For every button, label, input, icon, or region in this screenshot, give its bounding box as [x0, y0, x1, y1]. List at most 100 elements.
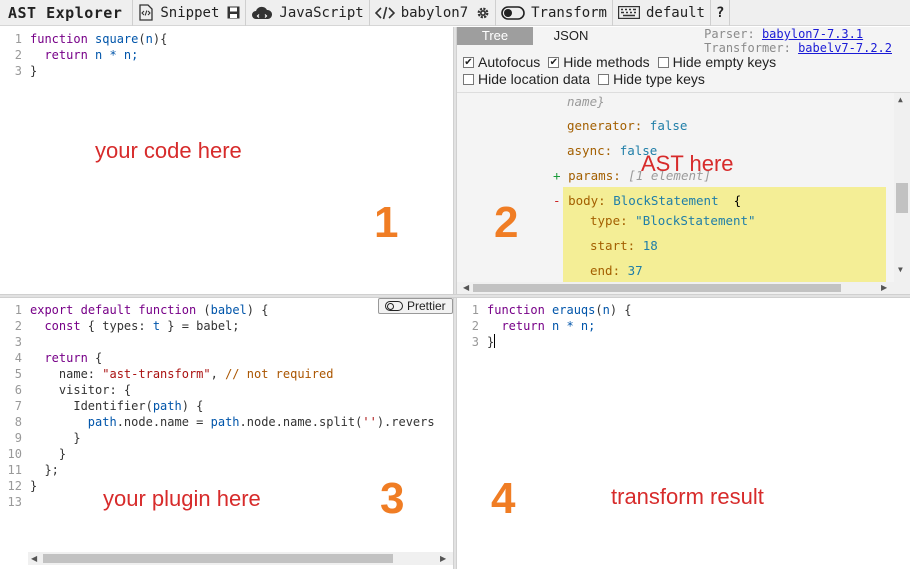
option-hide-type-keys[interactable]: Hide type keys	[598, 71, 705, 88]
code-text: function square(n){	[30, 32, 168, 46]
tab-tree[interactable]: Tree	[457, 27, 533, 45]
code-text: }	[30, 447, 67, 461]
parser-label: babylon7	[400, 4, 469, 21]
code-line[interactable]: 5 name: "ast-transform", // not required	[0, 366, 453, 382]
code-line[interactable]: 2 const { types: t } = babel;	[0, 318, 453, 334]
ast-scroll-thumb-horizontal[interactable]	[473, 284, 841, 292]
scroll-left-arrow-icon[interactable]: ◀	[463, 283, 469, 293]
code-line[interactable]: 6 visitor: {	[0, 382, 453, 398]
code-line[interactable]: 2 return n * n;	[457, 318, 910, 334]
scroll-right-arrow-icon[interactable]: ▶	[881, 283, 887, 293]
help-button[interactable]: ?	[710, 0, 729, 26]
code-line[interactable]: 8 path.node.name = path.node.name.split(…	[0, 414, 453, 430]
code-line[interactable]: 10 }	[0, 446, 453, 462]
hide-location-data-label: Hide location data	[478, 71, 591, 87]
hide-methods-checkbox[interactable]: ✔	[548, 57, 560, 68]
ast-scrollbar-vertical[interactable]: ▲ ▼	[894, 93, 910, 282]
code-line[interactable]: 3}	[0, 63, 453, 79]
line-number: 2	[14, 319, 22, 333]
code-line[interactable]: 2 return n * n;	[0, 47, 453, 63]
ast-prop-end[interactable]: end: 37	[590, 263, 643, 278]
hide-location-data-checkbox[interactable]	[463, 74, 474, 85]
code-text: };	[30, 463, 59, 477]
hide-type-keys-label: Hide type keys	[613, 71, 705, 87]
scroll-up-arrow-icon[interactable]: ▲	[898, 95, 903, 105]
autofocus-checkbox[interactable]: ✔	[463, 57, 474, 68]
code-line[interactable]: 3	[0, 334, 453, 350]
hide-type-keys-checkbox[interactable]	[598, 74, 610, 85]
line-number: 1	[471, 303, 479, 317]
ast-prop-body[interactable]: - body: BlockStatement {	[553, 193, 741, 208]
ast-prop-generator[interactable]: generator: false	[567, 118, 687, 133]
transform-scroll-left-icon[interactable]: ◀	[31, 554, 37, 564]
collapse-icon: -	[553, 193, 561, 208]
transform-label: Transform	[531, 4, 607, 21]
code-line[interactable]: 7 Identifier(path) {	[0, 398, 453, 414]
option-autofocus[interactable]: ✔ Autofocus	[463, 54, 540, 71]
ast-prop-start[interactable]: start: 18	[590, 238, 658, 253]
code-icon	[374, 6, 395, 20]
option-hide-empty-keys[interactable]: Hide empty keys	[657, 54, 776, 71]
line-number: 5	[14, 367, 22, 381]
source-annotation: your code here	[95, 138, 242, 163]
transformer-version-link[interactable]: babelv7-7.2.2	[798, 41, 892, 55]
line-number: 9	[14, 431, 22, 445]
scroll-down-arrow-icon[interactable]: ▼	[898, 265, 903, 275]
code-line[interactable]: 1 function square(n){	[0, 31, 453, 47]
transform-scroll-right-icon[interactable]: ▶	[440, 554, 446, 564]
code-text: return {	[44, 351, 103, 365]
gear-icon	[476, 6, 490, 20]
ast-scroll-thumb-vertical[interactable]	[896, 183, 908, 213]
transform-scroll-thumb[interactable]	[43, 554, 393, 563]
code-text: Identifier(path) {	[30, 399, 204, 413]
line-number: 2	[471, 319, 479, 333]
code-line[interactable]: 1 function erauqs(n) {	[457, 302, 910, 318]
keymap-select[interactable]: default	[611, 0, 710, 26]
parser-settings-button[interactable]	[473, 0, 495, 26]
code-text: return n * n;	[501, 319, 596, 333]
code-line[interactable]: 9 }	[0, 430, 453, 446]
transform-scrollbar-horizontal[interactable]: ◀ ▶	[28, 552, 453, 565]
parser-select[interactable]: babylon7	[368, 0, 473, 26]
ast-panel-header: Tree JSON Parser: babylon7-7.3.1 Transfo…	[457, 27, 910, 93]
transformer-prefix: Transformer:	[704, 41, 791, 55]
ast-node-name-tail: name}	[567, 94, 605, 109]
ast-tabs: Tree JSON	[457, 27, 609, 45]
output-editor[interactable]: 1 function erauqs(n) {2 return n * n; 3}	[457, 298, 910, 569]
tab-json[interactable]: JSON	[533, 27, 609, 45]
save-button[interactable]	[224, 0, 245, 26]
ast-scrollbar-horizontal[interactable]: ◀ ▶	[457, 282, 910, 294]
autofocus-label: Autofocus	[478, 54, 541, 70]
ast-prop-type[interactable]: type: "BlockStatement"	[590, 213, 756, 228]
save-icon	[227, 6, 240, 19]
toolbar: AST Explorer Snippet JavaScript babylon7…	[0, 0, 910, 26]
line-number: 3	[14, 64, 22, 78]
ast-pane-number: 2	[494, 198, 519, 247]
code-text: }	[30, 431, 81, 445]
transform-toggle[interactable]: Transform	[495, 0, 612, 26]
snippet-label: Snippet	[160, 4, 220, 21]
line-number: 12	[7, 479, 22, 493]
line-number: 1	[14, 303, 22, 317]
parser-info: Parser: babylon7-7.3.1 Transformer: babe…	[704, 27, 892, 55]
text-caret	[494, 334, 496, 348]
ast-options: ✔ Autofocus ✔ Hide methods Hide empty keys…	[463, 54, 784, 88]
ast-tree[interactable]: name} generator: false async: false + pa…	[457, 93, 910, 282]
code-text: export default function (babel) {	[30, 303, 269, 317]
keyboard-icon	[617, 6, 640, 19]
line-number: 8	[14, 415, 22, 429]
language-label: JavaScript	[279, 4, 364, 21]
parser-version-link[interactable]: babylon7-7.3.1	[762, 27, 863, 41]
option-hide-methods[interactable]: ✔ Hide methods	[548, 54, 650, 71]
code-text: }	[30, 479, 38, 493]
option-hide-location-data[interactable]: Hide location data	[463, 71, 590, 88]
snippet-menu[interactable]: Snippet	[132, 0, 224, 26]
hide-empty-keys-checkbox[interactable]	[657, 57, 669, 68]
code-line[interactable]: 3}	[457, 334, 910, 350]
prettier-button[interactable]: Prettier	[378, 298, 453, 314]
language-select[interactable]: JavaScript	[245, 0, 368, 26]
parser-prefix: Parser:	[704, 27, 755, 41]
code-line[interactable]: 4 return {	[0, 350, 453, 366]
prettier-toggle-icon	[385, 301, 403, 311]
code-text: path.node.name = path.node.name.split(''…	[87, 415, 435, 429]
